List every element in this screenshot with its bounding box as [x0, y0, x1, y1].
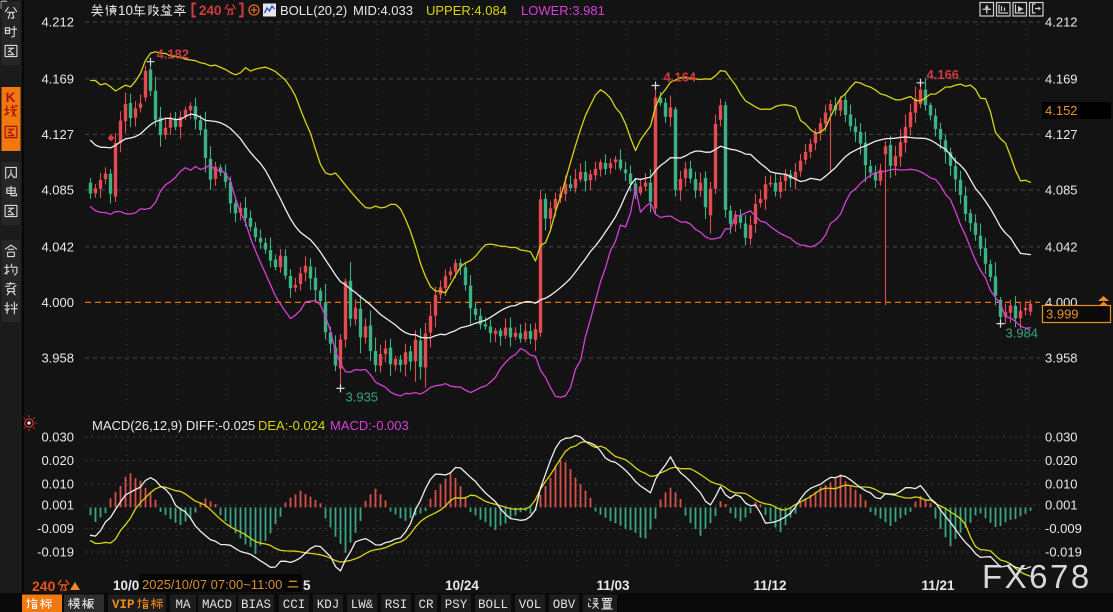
- svg-text:0.010: 0.010: [1045, 476, 1078, 491]
- svg-text:240: 240: [32, 578, 56, 594]
- svg-text:CCI: CCI: [283, 598, 306, 612]
- svg-text:0.001: 0.001: [1045, 498, 1078, 513]
- svg-text:RSI: RSI: [385, 598, 408, 612]
- svg-text:3.958: 3.958: [1045, 350, 1078, 365]
- svg-text:4.042: 4.042: [41, 239, 74, 254]
- svg-text:4.164: 4.164: [664, 69, 697, 84]
- svg-text:0.030: 0.030: [1045, 429, 1078, 444]
- svg-text:0.020: 0.020: [1045, 453, 1078, 468]
- svg-text:240: 240: [199, 3, 222, 18]
- svg-text:4.000: 4.000: [41, 295, 74, 310]
- svg-text:-0.009: -0.009: [1045, 521, 1082, 536]
- svg-text:VIP: VIP: [112, 598, 135, 612]
- svg-text:4.085: 4.085: [1045, 182, 1078, 197]
- svg-text:LW&: LW&: [351, 598, 374, 612]
- svg-text:0.010: 0.010: [41, 476, 74, 491]
- svg-text:MACD: MACD: [202, 598, 232, 612]
- svg-text:UPPER:4.084: UPPER:4.084: [426, 3, 507, 18]
- svg-text:11/03: 11/03: [596, 578, 630, 593]
- svg-text:4.169: 4.169: [1045, 71, 1078, 86]
- svg-text:4.127: 4.127: [41, 127, 74, 142]
- svg-text:4.212: 4.212: [1045, 15, 1078, 30]
- svg-text:3.999: 3.999: [1046, 307, 1079, 322]
- svg-text:10/24: 10/24: [445, 578, 479, 593]
- svg-text:5: 5: [303, 578, 311, 593]
- svg-text:BIAS: BIAS: [241, 598, 271, 612]
- svg-text:DEA:-0.024: DEA:-0.024: [258, 418, 325, 433]
- svg-text:4.127: 4.127: [1045, 127, 1078, 142]
- svg-text:4.166: 4.166: [927, 67, 960, 82]
- svg-text:4.152: 4.152: [1045, 103, 1078, 118]
- svg-text:FX678: FX678: [982, 558, 1092, 595]
- svg-text:3.984: 3.984: [1006, 326, 1039, 341]
- svg-text:11/12: 11/12: [753, 578, 786, 593]
- svg-text:VOL: VOL: [519, 598, 542, 612]
- svg-text:0.020: 0.020: [41, 453, 74, 468]
- svg-text:3.958: 3.958: [41, 350, 74, 365]
- svg-text:OBV: OBV: [553, 598, 576, 612]
- svg-text:MID:4.033: MID:4.033: [353, 3, 413, 18]
- svg-text:3.935: 3.935: [346, 389, 379, 404]
- svg-text:BOLL: BOLL: [478, 598, 508, 612]
- svg-text:MACD(26,12,9) DIFF:-0.025: MACD(26,12,9) DIFF:-0.025: [92, 418, 255, 433]
- svg-text:-0.019: -0.019: [37, 544, 74, 559]
- svg-text:KDJ: KDJ: [317, 598, 340, 612]
- svg-text:4.085: 4.085: [41, 182, 74, 197]
- svg-text:0.001: 0.001: [41, 498, 74, 513]
- svg-text:PSY: PSY: [445, 598, 468, 612]
- svg-text:4.182: 4.182: [157, 47, 190, 62]
- svg-text:4.042: 4.042: [1045, 239, 1078, 254]
- svg-text:2025/10/07 07:00~11:00: 2025/10/07 07:00~11:00: [142, 577, 282, 592]
- svg-text:K: K: [6, 90, 16, 105]
- svg-text:BOLL(20,2): BOLL(20,2): [280, 3, 347, 18]
- svg-text:0.030: 0.030: [41, 429, 74, 444]
- svg-text:10: 10: [118, 3, 133, 18]
- svg-text:CR: CR: [418, 598, 434, 612]
- svg-text:MACD:-0.003: MACD:-0.003: [330, 418, 409, 433]
- svg-text:-0.009: -0.009: [37, 521, 74, 536]
- svg-text:4.212: 4.212: [41, 15, 74, 30]
- svg-text:4.169: 4.169: [41, 71, 74, 86]
- svg-text:LOWER:3.981: LOWER:3.981: [521, 3, 605, 18]
- svg-text:11/21: 11/21: [921, 578, 955, 593]
- svg-text:MA: MA: [175, 598, 191, 612]
